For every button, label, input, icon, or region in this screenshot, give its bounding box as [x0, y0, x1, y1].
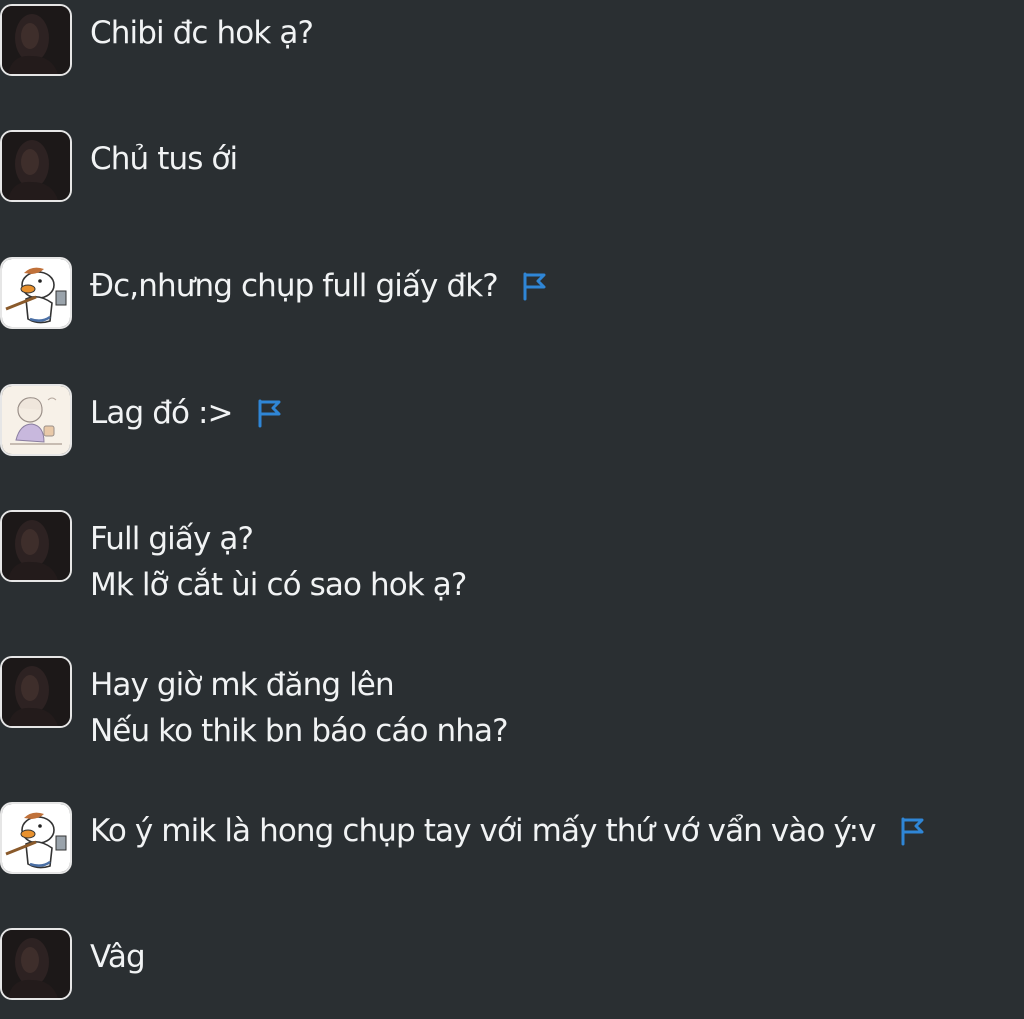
comment-line: Nếu ko thik bn báo cáo nha?: [90, 713, 509, 749]
report-flag-button[interactable]: [255, 398, 283, 428]
cartoon-duck-avatar-icon: [2, 259, 70, 327]
comment-line: Mk lỡ cắt ùi có sao hok ạ?: [90, 567, 467, 603]
sketch-girl-avatar-icon: [2, 386, 70, 454]
comment-line: Đc,nhưng chụp full giấy đk?: [90, 268, 499, 304]
user-avatar[interactable]: [0, 4, 72, 76]
comment-line: Hay giờ mk đăng lên: [90, 667, 395, 703]
comment-line: Full giấy ạ?: [90, 521, 254, 557]
dark-portrait-avatar-icon: [2, 512, 70, 580]
comment-line: Lag đó :>: [90, 395, 234, 431]
user-avatar[interactable]: [0, 928, 72, 1000]
comment-line: Chibi đc hok ạ?: [90, 15, 314, 51]
comment-text: Chibi đc hok ạ?: [90, 10, 314, 56]
comment-text: Ko ý mik là hong chụp tay với mấy thứ vớ…: [90, 808, 926, 854]
comment-line: Ko ý mik là hong chụp tay với mấy thứ vớ…: [90, 813, 877, 849]
user-avatar[interactable]: [0, 802, 72, 874]
flag-icon: [523, 272, 546, 301]
dark-portrait-avatar-icon: [2, 658, 70, 726]
comment-text: Đc,nhưng chụp full giấy đk?: [90, 263, 548, 309]
comment-text: Lag đó :>: [90, 390, 283, 436]
comment-text: Vâg: [90, 934, 146, 980]
cartoon-duck-avatar-icon: [2, 804, 70, 872]
user-avatar[interactable]: [0, 130, 72, 202]
report-flag-button[interactable]: [898, 816, 926, 846]
report-flag-button[interactable]: [520, 271, 548, 301]
comment-text: Chủ tus ới: [90, 136, 238, 182]
user-avatar[interactable]: [0, 656, 72, 728]
comment-line: Vâg: [90, 939, 146, 975]
comment-text: Full giấy ạ? Mk lỡ cắt ùi có sao hok ạ?: [90, 516, 467, 608]
dark-portrait-avatar-icon: [2, 6, 70, 74]
flag-icon: [258, 399, 281, 428]
flag-icon: [901, 817, 924, 846]
comment-line: Chủ tus ới: [90, 141, 238, 177]
comment-text: Hay giờ mk đăng lên Nếu ko thik bn báo c…: [90, 662, 509, 754]
dark-portrait-avatar-icon: [2, 930, 70, 998]
dark-portrait-avatar-icon: [2, 132, 70, 200]
user-avatar[interactable]: [0, 384, 72, 456]
comment-thread: Chibi đc hok ạ? Chủ tus ới Đc,nhưng chụp…: [0, 0, 1024, 1019]
user-avatar[interactable]: [0, 510, 72, 582]
user-avatar[interactable]: [0, 257, 72, 329]
